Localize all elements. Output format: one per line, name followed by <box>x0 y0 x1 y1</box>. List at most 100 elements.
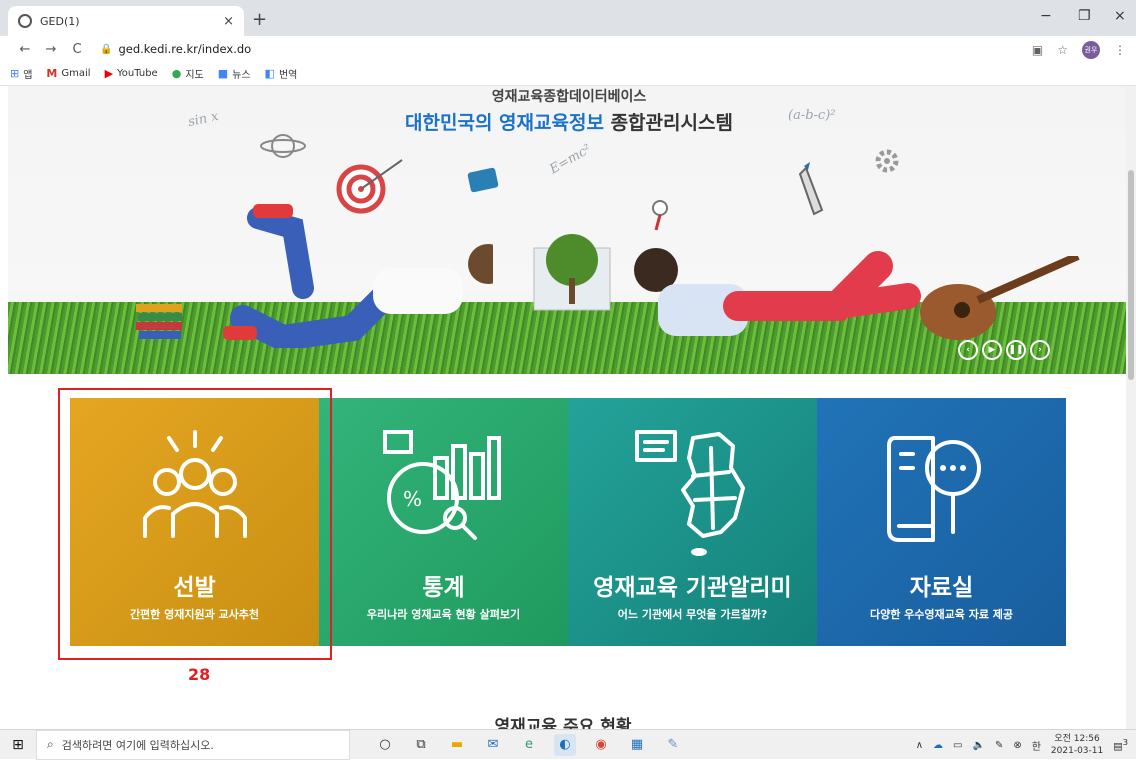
back-button[interactable]: ← <box>12 42 38 57</box>
system-tray: ∧ ☁ ▭ 🔈 ✎ ⊗ 한 오전 12:56 2021-03-11 ▤3 <box>916 730 1128 760</box>
cloud-icon[interactable]: ☁ <box>933 740 943 751</box>
gmail-icon: M <box>46 67 58 80</box>
notification-icon[interactable]: ▤3 <box>1113 737 1128 752</box>
banner-headline: 대한민국의 영재교육정보 종합관리시스템 <box>8 108 1126 135</box>
clock-date: 2021-03-11 <box>1050 746 1104 756</box>
slider-next-button[interactable]: › <box>1030 340 1050 360</box>
bookmark-label: Gmail <box>61 68 91 79</box>
bookmark-apps[interactable]: ⊞ 앱 <box>10 66 32 81</box>
abc-doodle: (a-b-c)² <box>788 108 836 123</box>
notification-count: 3 <box>1122 737 1128 748</box>
slider-controls: ‹ ▶ ❚❚ › <box>958 340 1050 360</box>
rocket-doodle-icon <box>798 162 824 216</box>
annotation-highlight-box <box>58 388 332 660</box>
clock[interactable]: 오전 12:56 2021-03-11 <box>1051 733 1103 757</box>
gear-icon <box>875 149 899 173</box>
battery-icon[interactable]: ▭ <box>953 740 962 751</box>
clock-time: 오전 12:56 <box>1054 734 1100 744</box>
bookmark-maps[interactable]: ● 지도 <box>172 66 204 81</box>
calendar-icon[interactable]: ▦ <box>626 734 648 756</box>
volume-icon[interactable]: 🔈 <box>972 740 984 751</box>
translate-icon: ◧ <box>264 67 275 80</box>
magnifier-doodle-icon <box>652 200 668 231</box>
address-bar[interactable]: 🔒 ged.kedi.re.kr/index.do <box>100 42 251 56</box>
bookmarks-bar: ⊞ 앱 M Gmail ▶ YouTube ● 지도 ■ 뉴스 ◧ 번역 <box>0 62 1136 86</box>
forward-button[interactable]: → <box>38 42 64 57</box>
search-icon: ⌕ <box>47 737 54 751</box>
window-close-button[interactable]: × <box>1114 8 1126 24</box>
ime-mode-icon[interactable]: ⊗ <box>1013 740 1021 751</box>
menu-icon[interactable]: ⋮ <box>1114 43 1126 57</box>
books-illustration <box>136 304 182 339</box>
new-tab-button[interactable]: + <box>252 9 267 30</box>
bookmark-translate[interactable]: ◧ 번역 <box>265 66 298 81</box>
minimize-button[interactable]: − <box>1040 8 1052 24</box>
slider-play-button[interactable]: ▶ <box>982 340 1002 360</box>
bookmark-label: 번역 <box>278 70 298 81</box>
url-text: ged.kedi.re.kr/index.do <box>118 42 252 56</box>
bookmark-label: 뉴스 <box>232 70 251 81</box>
tile-title: 통계 <box>422 575 465 601</box>
section-title: 영재교육 주요 현황 <box>494 717 632 729</box>
korea-map-icon <box>634 430 745 556</box>
slider-pause-button[interactable]: ❚❚ <box>1006 340 1026 360</box>
ukulele-illustration <box>920 256 1080 340</box>
tablet-doodle-icon <box>467 167 499 193</box>
tile-data-room[interactable]: 자료실 다양한 우수영재교육 자료 제공 <box>817 398 1066 646</box>
search-placeholder: 검색하려면 여기에 입력하십시오. <box>61 738 214 752</box>
laptop-tree-illustration <box>533 234 611 311</box>
taskbar-search[interactable]: ⌕ 검색하려면 여기에 입력하십시오. <box>36 729 350 760</box>
avatar[interactable]: 권우 <box>1082 41 1100 59</box>
tile-statistics[interactable]: % 통계 우리나라 영재교육 현황 살펴보기 <box>319 398 568 646</box>
svg-text:%: % <box>403 487 422 511</box>
headline-rest: 종합관리시스템 <box>610 112 733 134</box>
tile-title: 자료실 <box>909 575 974 601</box>
chrome-icon[interactable]: ◉ <box>590 734 612 756</box>
file-explorer-icon[interactable]: ▬ <box>446 734 468 756</box>
tile-institutions[interactable]: 영재교육 기관알리미 어느 기관에서 무엇을 가르칠까? <box>568 398 817 646</box>
paint-icon[interactable]: ✎ <box>662 734 684 756</box>
youtube-icon: ▶ <box>104 67 114 80</box>
headline-highlight: 대한민국의 영재교육정보 <box>405 112 604 134</box>
cortana-icon[interactable]: ○ <box>374 734 396 756</box>
tab-close-button[interactable]: × <box>223 14 234 29</box>
tile-description: 우리나라 영재교육 현황 살펴보기 <box>366 608 521 621</box>
annotation-number: 28 <box>188 665 211 684</box>
bookmark-news[interactable]: ■ 뉴스 <box>218 66 251 81</box>
cast-icon[interactable]: ▣ <box>1032 43 1043 57</box>
bookmark-label: YouTube <box>117 68 158 79</box>
browser-tab[interactable]: GED(1) × <box>8 6 244 36</box>
news-icon: ■ <box>217 67 229 80</box>
chevron-up-icon[interactable]: ∧ <box>916 740 923 751</box>
bookmark-youtube[interactable]: ▶ YouTube <box>105 67 158 80</box>
scrollbar-thumb[interactable] <box>1128 170 1134 380</box>
windows-start-icon[interactable]: ⊞ <box>0 737 36 753</box>
hero-banner: 영재교육종합데이터베이스 대한민국의 영재교육정보 종합관리시스템 E=mc² … <box>8 86 1126 374</box>
windows-taskbar: ⊞ ⌕ 검색하려면 여기에 입력하십시오. ○ ⧉ ▬ ✉ e ◐ ◉ ▦ ✎ … <box>0 729 1136 760</box>
task-view-icon[interactable]: ⧉ <box>410 734 432 756</box>
lock-icon: 🔒 <box>100 43 113 55</box>
globe-icon <box>18 14 32 28</box>
tile-description: 어느 기관에서 무엇을 가르칠까? <box>617 608 768 621</box>
browser-tabbar: GED(1) × + − ❐ × <box>0 0 1136 36</box>
bookmark-gmail[interactable]: M Gmail <box>46 67 90 80</box>
tile-description: 다양한 우수영재교육 자료 제공 <box>869 608 1014 621</box>
slider-prev-button[interactable]: ‹ <box>958 340 978 360</box>
maps-icon: ● <box>171 67 182 80</box>
ime-language[interactable]: 한 <box>1032 738 1041 753</box>
bookmark-label: 지도 <box>185 70 204 81</box>
edge-icon[interactable]: ◐ <box>554 733 576 756</box>
restore-button[interactable]: ❐ <box>1078 8 1091 24</box>
edge-legacy-icon[interactable]: e <box>518 734 540 756</box>
banner-subtitle: 영재교육종합데이터베이스 <box>491 89 647 105</box>
bookmark-label: 앱 <box>23 70 33 81</box>
browser-toolbar: ← → C 🔒 ged.kedi.re.kr/index.do ▣ ☆ 권우 ⋮ <box>0 36 1136 62</box>
book-search-icon <box>886 436 981 542</box>
pen-icon[interactable]: ✎ <box>995 740 1003 751</box>
star-icon[interactable]: ☆ <box>1057 43 1068 57</box>
boy-illustration <box>223 204 493 348</box>
mail-icon[interactable]: ✉ <box>482 734 504 756</box>
tile-title: 영재교육 기관알리미 <box>593 575 792 601</box>
reload-button[interactable]: C <box>64 42 90 57</box>
planet-doodle-icon <box>260 134 306 158</box>
